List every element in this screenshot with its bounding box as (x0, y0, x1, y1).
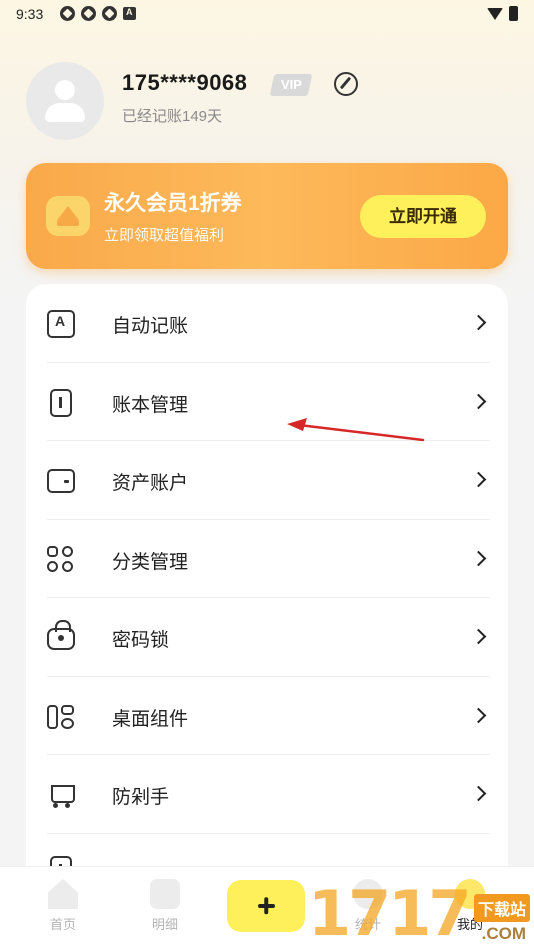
chevron-right-icon (470, 785, 487, 802)
banner-subtitle: 立即领取超值福利 (104, 227, 225, 244)
menu-item-label: 密码锁 (112, 630, 170, 651)
menu-item-label: 资产账户 (112, 473, 189, 494)
app-notification-icon (81, 6, 96, 21)
wifi-icon (487, 7, 503, 20)
profile-header: 175****9068 VIP 已经记账149天 (26, 62, 506, 142)
notification-icons (60, 6, 136, 21)
menu-item-password-lock[interactable]: 密码锁 (26, 598, 508, 677)
menu-item-anti-impulse[interactable]: 防剁手 (26, 755, 508, 834)
menu-item-auto-bookkeeping[interactable]: 自动记账 (26, 284, 508, 363)
menu-item-label: 账本管理 (112, 394, 189, 416)
chevron-right-icon (470, 550, 487, 566)
wallet-icon (47, 469, 75, 493)
vip-promo-banner[interactable]: 永久会员1折券 立即领取超值福利 立即开通 (26, 163, 508, 269)
activate-button[interactable]: 立即开通 (360, 195, 486, 238)
cart-icon (47, 781, 75, 809)
chevron-right-icon (470, 628, 487, 645)
menu-item-category-management[interactable]: 分类管理 (26, 520, 508, 598)
avatar-body-shape (45, 103, 85, 122)
menu-item-label: 桌面组件 (112, 708, 189, 730)
menu-item-label: 自动记账 (112, 316, 189, 337)
menu-item-asset-accounts[interactable]: 资产账户 (26, 441, 508, 520)
widget-part (61, 717, 74, 729)
crown-icon (46, 196, 90, 236)
bookkeeping-days: 已经记账149天 (122, 108, 223, 125)
grid-cell (62, 545, 73, 557)
avatar[interactable] (26, 62, 104, 140)
settings-menu: 自动记账 账本管理 资产账户 分类管理 密码锁 (26, 284, 508, 904)
chevron-right-icon (470, 393, 487, 409)
nav-detail[interactable]: 明细 (135, 879, 195, 933)
avatar-head-shape (55, 80, 75, 100)
watermark-text-top: 下载站 (473, 894, 530, 922)
watermark-digits: 1717 (308, 877, 472, 950)
add-record-button[interactable] (227, 880, 305, 932)
user-phone: 175****9068 (122, 70, 248, 95)
lock-icon (47, 620, 75, 650)
menu-item-desktop-widget[interactable]: 桌面组件 (26, 677, 508, 755)
widget-icon (47, 703, 75, 731)
widget-part (61, 704, 74, 715)
app-notification-icon (60, 6, 75, 21)
annotation-arrow (287, 418, 425, 442)
battery-icon (509, 6, 518, 21)
grid-cell (47, 560, 58, 572)
grid-cell (47, 545, 58, 557)
edit-profile-icon[interactable] (334, 72, 358, 96)
status-bar: 9:33 (0, 0, 534, 28)
chevron-right-icon (470, 314, 487, 331)
site-watermark: 1717 下载站 .COM (308, 878, 534, 950)
banner-title: 永久会员1折券 (104, 192, 242, 215)
nav-label: 明细 (151, 917, 178, 932)
menu-item-ledger-management[interactable]: 账本管理 (26, 363, 508, 441)
nav-home[interactable]: 首页 (33, 879, 93, 933)
home-icon (48, 879, 78, 909)
auto-bookkeeping-icon (47, 310, 75, 338)
watermark-text-bottom: .COM (481, 924, 526, 943)
a-notification-icon (123, 7, 136, 20)
nav-label: 首页 (49, 917, 76, 932)
grid-cell (62, 560, 73, 572)
ledger-icon (50, 388, 72, 417)
chevron-right-icon (470, 471, 487, 488)
app-notification-icon (102, 6, 117, 21)
chevron-right-icon (470, 707, 487, 723)
widget-part (47, 704, 58, 729)
vip-badge[interactable]: VIP (269, 74, 313, 96)
menu-item-label: 防剁手 (112, 787, 170, 808)
category-grid-icon (47, 545, 75, 574)
status-time: 9:33 (16, 6, 44, 22)
menu-item-label: 分类管理 (112, 551, 189, 573)
detail-icon (150, 879, 180, 909)
vip-badge-label: VIP (280, 77, 302, 92)
